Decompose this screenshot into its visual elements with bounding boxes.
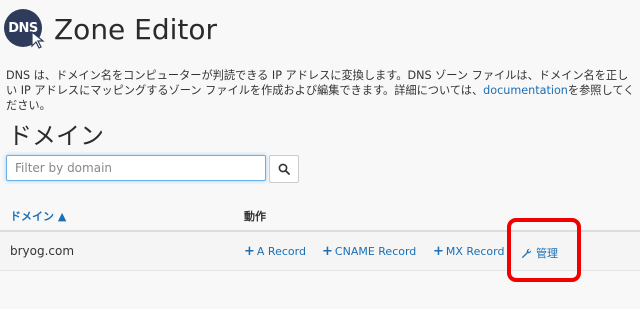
column-header-domain[interactable]: ドメイン ▲ [10,208,66,224]
mx-record-label: MX Record [445,245,505,258]
filter-group [6,155,299,183]
highlight-box [507,218,581,282]
documentation-link[interactable]: documentation [483,84,568,97]
page-description: DNS は、ドメイン名をコンピューターが判読できる IP アドレスに変換します。… [6,68,638,113]
plus-icon: + [433,244,444,259]
plus-icon: + [244,244,255,259]
a-record-label: A Record [256,245,306,258]
add-mx-record-button[interactable]: + MX Record [433,245,504,258]
cursor-icon [31,31,45,49]
add-a-record-button[interactable]: + A Record [244,245,306,258]
search-icon [278,163,290,175]
domain-cell: bryog.com [10,244,75,258]
page-title: Zone Editor [54,12,218,46]
plus-icon: + [322,244,333,259]
filter-input[interactable] [6,155,266,181]
page-header: DNS Zone Editor [4,6,217,52]
section-title: ドメイン [8,122,104,150]
dns-logo-icon: DNS [4,9,45,49]
search-button[interactable] [269,155,299,183]
add-cname-record-button[interactable]: + CNAME Record [322,245,416,258]
column-header-actions: 動作 [244,210,266,223]
cname-record-label: CNAME Record [334,245,417,258]
